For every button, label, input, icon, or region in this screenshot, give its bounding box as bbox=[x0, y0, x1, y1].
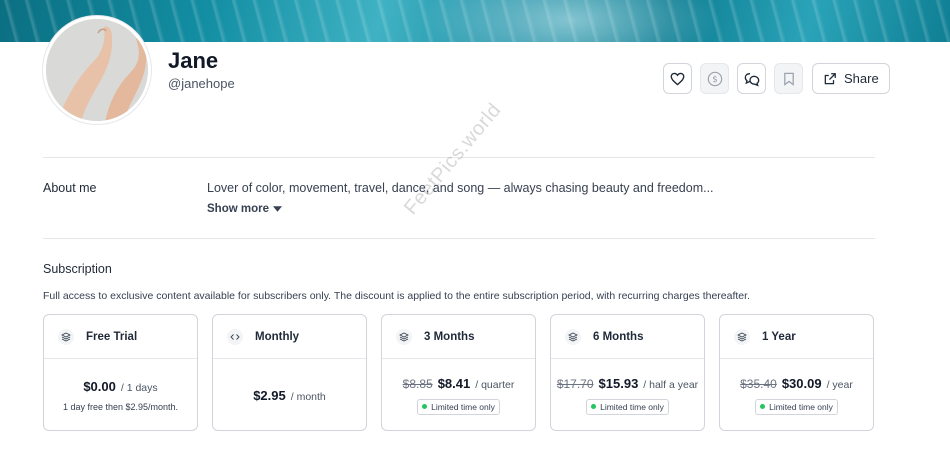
share-button[interactable]: Share bbox=[812, 63, 890, 94]
badge-label: Limited time only bbox=[769, 401, 833, 412]
about-label: About me bbox=[43, 181, 97, 195]
plan-note: 1 day free then $2.95/month. bbox=[62, 401, 179, 412]
plan-body: $17.70 $15.93 / half a year Limited time… bbox=[551, 359, 704, 430]
plan-name: 1 Year bbox=[762, 330, 796, 343]
status-dot bbox=[422, 404, 428, 409]
plan-body: $2.95 / month bbox=[213, 359, 366, 430]
plan-card-1-year[interactable]: 1 Year $35.40 $30.09 / year Limited time… bbox=[719, 314, 874, 431]
limited-time-badge: Limited time only bbox=[586, 398, 669, 415]
code-icon bbox=[227, 328, 243, 345]
share-label: Share bbox=[844, 71, 879, 86]
price-line: $8.85 $8.41 / quarter bbox=[403, 376, 515, 391]
layers-icon bbox=[396, 328, 412, 345]
caret-down-icon bbox=[272, 206, 282, 212]
plan-header: Monthly bbox=[213, 315, 366, 359]
plan-price: $2.95 bbox=[253, 387, 286, 403]
avatar[interactable] bbox=[43, 16, 151, 124]
plan-old-price: $17.70 bbox=[556, 376, 594, 391]
subscription-title: Subscription bbox=[43, 262, 112, 276]
plan-header: 6 Months bbox=[551, 315, 704, 359]
share-icon bbox=[824, 72, 836, 84]
profile-handle: @janehope bbox=[168, 76, 235, 91]
show-more-label: Show more bbox=[207, 203, 269, 215]
favorite-button[interactable] bbox=[663, 63, 692, 94]
plan-period: / 1 days bbox=[120, 381, 158, 394]
plan-period: / quarter bbox=[475, 378, 515, 391]
plan-price: $8.41 bbox=[437, 375, 471, 391]
plan-body: $0.00 / 1 days 1 day free then $2.95/mon… bbox=[44, 359, 197, 430]
svg-text:$: $ bbox=[712, 75, 718, 85]
tip-button[interactable]: $ bbox=[700, 63, 729, 94]
plan-old-price: $8.85 bbox=[402, 376, 433, 391]
plan-price: $15.93 bbox=[598, 375, 639, 391]
profile-name: Jane bbox=[168, 48, 219, 73]
price-line: $2.95 / month bbox=[253, 388, 326, 403]
avatar-photo bbox=[46, 19, 148, 121]
plan-card-free-trial[interactable]: Free Trial $0.00 / 1 days 1 day free the… bbox=[43, 314, 198, 431]
plan-name: Free Trial bbox=[86, 330, 138, 343]
plan-name: 6 Months bbox=[593, 330, 644, 343]
plan-header: 3 Months bbox=[382, 315, 535, 359]
plan-price: $30.09 bbox=[781, 375, 822, 391]
layers-icon bbox=[565, 328, 581, 345]
message-button[interactable] bbox=[737, 63, 766, 94]
plan-price: $0.00 bbox=[83, 378, 116, 394]
plan-card-3-months[interactable]: 3 Months $8.85 $8.41 / quarter Limited t… bbox=[381, 314, 536, 431]
price-line: $0.00 / 1 days bbox=[83, 379, 157, 394]
plan-header: 1 Year bbox=[720, 315, 873, 359]
plan-body: $8.85 $8.41 / quarter Limited time only bbox=[382, 359, 535, 430]
show-more-button[interactable]: Show more bbox=[207, 203, 282, 215]
plan-body: $35.40 $30.09 / year Limited time only bbox=[720, 359, 873, 430]
badge-label: Limited time only bbox=[431, 401, 495, 412]
plan-period: / month bbox=[290, 390, 326, 403]
subscription-plans: Free Trial $0.00 / 1 days 1 day free the… bbox=[43, 314, 874, 431]
plan-old-price: $35.40 bbox=[740, 376, 777, 391]
plan-name: Monthly bbox=[255, 330, 300, 343]
plan-name: 3 Months bbox=[424, 330, 475, 343]
about-text: Lover of color, movement, travel, dance,… bbox=[207, 181, 714, 195]
bookmark-button[interactable] bbox=[774, 63, 803, 94]
price-line: $35.40 $30.09 / year bbox=[740, 376, 853, 391]
limited-time-badge: Limited time only bbox=[755, 398, 838, 415]
plan-period: / half a year bbox=[643, 378, 699, 391]
badge-label: Limited time only bbox=[600, 401, 664, 412]
status-dot bbox=[760, 404, 766, 409]
watermark: FeetPics.world bbox=[400, 99, 506, 220]
profile-banner bbox=[0, 0, 950, 42]
chat-icon bbox=[744, 72, 759, 87]
layers-icon bbox=[58, 328, 74, 345]
status-dot bbox=[591, 404, 597, 409]
plan-header: Free Trial bbox=[44, 315, 197, 359]
profile-actions: $ Share bbox=[663, 63, 890, 94]
dollar-icon: $ bbox=[707, 71, 722, 86]
heart-icon bbox=[670, 72, 685, 86]
divider bbox=[43, 238, 875, 239]
subscription-description: Full access to exclusive content availab… bbox=[43, 290, 750, 302]
plan-card-6-months[interactable]: 6 Months $17.70 $15.93 / half a year Lim… bbox=[550, 314, 705, 431]
price-line: $17.70 $15.93 / half a year bbox=[557, 376, 698, 391]
plan-card-monthly[interactable]: Monthly $2.95 / month bbox=[212, 314, 367, 431]
limited-time-badge: Limited time only bbox=[417, 398, 500, 415]
bookmark-icon bbox=[783, 72, 794, 86]
plan-period: / year bbox=[826, 378, 853, 391]
layers-icon bbox=[734, 328, 750, 345]
